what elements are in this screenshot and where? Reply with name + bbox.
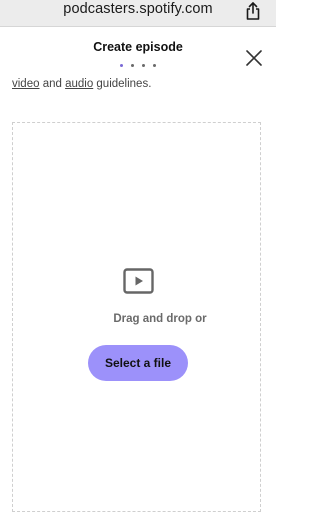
step-dot [131,64,134,67]
share-icon[interactable] [244,1,262,21]
page-title: Create episode [93,40,183,54]
step-dot [153,64,156,67]
select-file-button[interactable]: Select a file [88,345,188,381]
audio-guidelines-link[interactable]: audio [65,78,93,90]
close-icon[interactable] [244,48,264,68]
guidelines-suffix: guidelines. [93,78,152,90]
guidelines-connector: and [39,78,66,90]
step-dot [120,64,123,67]
browser-url-bar[interactable]: podcasters.spotify.com [0,0,276,27]
video-guidelines-link[interactable]: video [12,78,40,90]
step-dot [142,64,145,67]
url-text[interactable]: podcasters.spotify.com [0,1,276,17]
step-indicator [0,64,276,70]
guidelines-text: video and audio guidelines. [12,78,262,90]
drag-drop-text: Drag and drop or [113,313,207,325]
video-icon [123,268,154,294]
modal-header: Create episode [0,27,276,82]
